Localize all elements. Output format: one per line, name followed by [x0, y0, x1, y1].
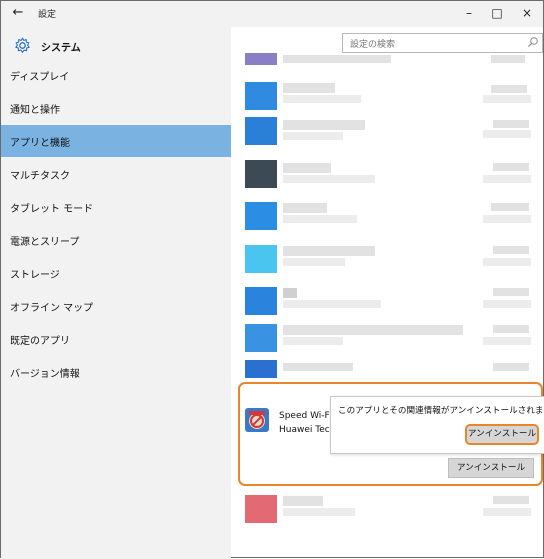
sidebar: システム ディスプレイ 通知と操作 アプリと機能 マルチタスク タブレット モー…	[1, 27, 231, 559]
settings-window: ← 設定 – □ × システム ディスプレイ 通知と操作 アプリと機能 マルチタ…	[0, 0, 544, 559]
app-list-item[interactable]	[241, 286, 541, 318]
sidebar-item-label: 電源とスリープ	[10, 237, 80, 248]
app-tile-icon	[245, 360, 277, 378]
window-title: 設定	[38, 10, 57, 20]
maximize-button[interactable]: □	[483, 3, 511, 23]
sidebar-item-display[interactable]: ディスプレイ	[1, 59, 231, 91]
app-tile-icon	[245, 287, 277, 315]
sidebar-item-label: オフライン マップ	[10, 303, 94, 314]
sidebar-item-label: タブレット モード	[10, 204, 94, 215]
sidebar-item-power-sleep[interactable]: 電源とスリープ	[1, 224, 231, 256]
gear-icon	[15, 37, 30, 54]
sidebar-item-notifications[interactable]: 通知と操作	[1, 92, 231, 124]
app-tile-icon	[245, 53, 277, 65]
sidebar-item-about[interactable]: バージョン情報	[1, 356, 231, 388]
app-list-item[interactable]	[241, 359, 541, 379]
search-placeholder: 設定の検索	[350, 40, 396, 50]
sidebar-item-apps[interactable]: アプリと機能	[1, 125, 231, 157]
uninstall-button[interactable]: アンインストール	[448, 458, 534, 478]
app-list-item[interactable]	[241, 53, 541, 69]
confirm-message: このアプリとその関連情報がアンインストールされます。	[338, 406, 544, 416]
app-list-item[interactable]	[241, 494, 541, 526]
search-input[interactable]: 設定の検索	[342, 33, 543, 53]
confirm-uninstall-button[interactable]: アンインストール	[465, 424, 539, 445]
app-list-item[interactable]	[241, 81, 541, 113]
app-list-item[interactable]	[241, 244, 541, 276]
app-tile-icon	[245, 82, 277, 110]
back-arrow-icon[interactable]: ←	[9, 4, 27, 22]
selected-app-name: Speed Wi-F	[279, 411, 330, 421]
sidebar-item-label: アプリと機能	[10, 138, 70, 149]
sidebar-item-label: マルチタスク	[10, 171, 70, 182]
sidebar-item-label: 既定のアプリ	[10, 336, 70, 347]
title-bar: ← 設定 – □ ×	[1, 1, 543, 27]
sidebar-item-label: ストレージ	[10, 270, 60, 281]
selected-app-company: Huawei Tec	[279, 425, 330, 435]
minimize-button[interactable]: –	[455, 3, 483, 23]
close-button[interactable]: ×	[513, 3, 541, 23]
app-tile-icon	[245, 117, 277, 145]
sidebar-item-tablet-mode[interactable]: タブレット モード	[1, 191, 231, 223]
app-logo-icon	[245, 408, 269, 432]
sidebar-item-label: 通知と操作	[10, 105, 60, 116]
sidebar-header: システム	[1, 27, 231, 63]
sidebar-item-label: ディスプレイ	[10, 72, 70, 83]
app-tile-icon	[245, 202, 277, 230]
uninstall-confirm-popup: このアプリとその関連情報がアンインストールされます。 アンインストール	[330, 396, 544, 454]
sidebar-item-multitasking[interactable]: マルチタスク	[1, 158, 231, 190]
app-list-item[interactable]	[241, 159, 541, 191]
app-list-item[interactable]	[241, 116, 541, 148]
sidebar-item-offline-maps[interactable]: オフライン マップ	[1, 290, 231, 322]
search-icon[interactable]	[527, 36, 539, 48]
app-tile-icon	[245, 495, 277, 523]
sidebar-title: システム	[41, 43, 81, 54]
app-tile-icon	[245, 160, 277, 188]
app-tile-icon	[245, 324, 277, 352]
app-tile-icon	[245, 245, 277, 273]
app-list-item[interactable]	[241, 201, 541, 233]
sidebar-item-label: バージョン情報	[10, 369, 80, 380]
sidebar-item-storage[interactable]: ストレージ	[1, 257, 231, 289]
app-list-item[interactable]	[241, 323, 541, 355]
sidebar-item-default-apps[interactable]: 既定のアプリ	[1, 323, 231, 355]
